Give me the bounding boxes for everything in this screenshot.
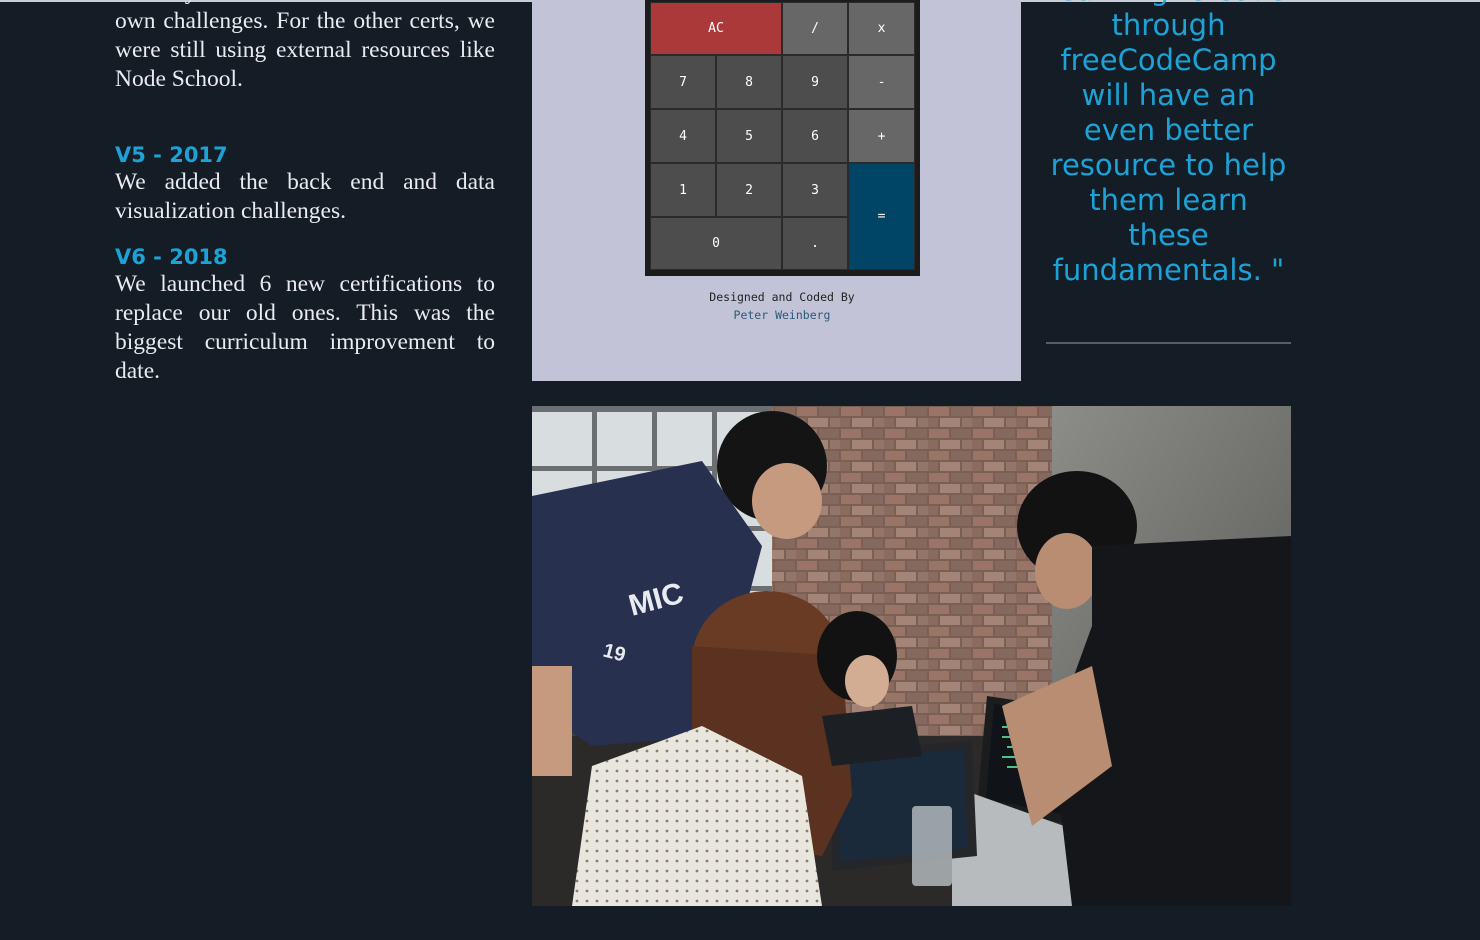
equals-button[interactable]: = (848, 163, 915, 270)
author-link[interactable]: Peter Weinberg (734, 308, 831, 322)
decimal-button[interactable]: . (782, 217, 848, 270)
history-entry-text: We launched 6 new certifications to repl… (115, 271, 495, 384)
calculator-body: AC / x 7 8 9 - 4 5 6 + 1 2 3 = 0 . (645, 0, 920, 276)
history-intro-text: but only the Front End section had its o… (115, 0, 495, 92)
multiply-button[interactable]: x (848, 2, 915, 55)
seven-button[interactable]: 7 (650, 55, 716, 109)
one-button[interactable]: 1 (650, 163, 716, 217)
eight-button[interactable]: 8 (716, 55, 782, 109)
clear-button[interactable]: AC (650, 2, 782, 55)
calculator-credit: Designed and Coded By Peter Weinberg (532, 288, 1032, 324)
quote-divider (1046, 342, 1291, 344)
history-entry-v5: V5 - 2017 We added the back end and data… (115, 143, 495, 226)
five-button[interactable]: 5 (716, 109, 782, 163)
photo-illustration: MIC 19 (532, 406, 1291, 906)
credit-line: Designed and Coded By (709, 290, 855, 304)
calculator-keypad: AC / x 7 8 9 - 4 5 6 + 1 2 3 = 0 . (650, 2, 915, 270)
quote-text: learning to code through freeCodeCamp wi… (1046, 0, 1291, 288)
nine-button[interactable]: 9 (782, 55, 848, 109)
six-button[interactable]: 6 (782, 109, 848, 163)
quote-body: learning to code through freeCodeCamp wi… (1050, 0, 1287, 287)
three-button[interactable]: 3 (782, 163, 848, 217)
divide-button[interactable]: / (782, 2, 848, 55)
history-entry-text: We added the back end and data visualiza… (115, 169, 495, 224)
zero-button[interactable]: 0 (650, 217, 782, 270)
two-button[interactable]: 2 (716, 163, 782, 217)
add-button[interactable]: + (848, 109, 915, 163)
history-entry-title: V5 - 2017 (115, 143, 228, 167)
students-coding-photo: MIC 19 (532, 406, 1291, 906)
history-entry-v6: V6 - 2018 We launched 6 new certificatio… (115, 245, 495, 386)
subtract-button[interactable]: - (848, 55, 915, 109)
four-button[interactable]: 4 (650, 109, 716, 163)
calculator-preview: AC / x 7 8 9 - 4 5 6 + 1 2 3 = 0 . Desig… (532, 0, 1021, 381)
history-entry-title: V6 - 2018 (115, 245, 228, 269)
